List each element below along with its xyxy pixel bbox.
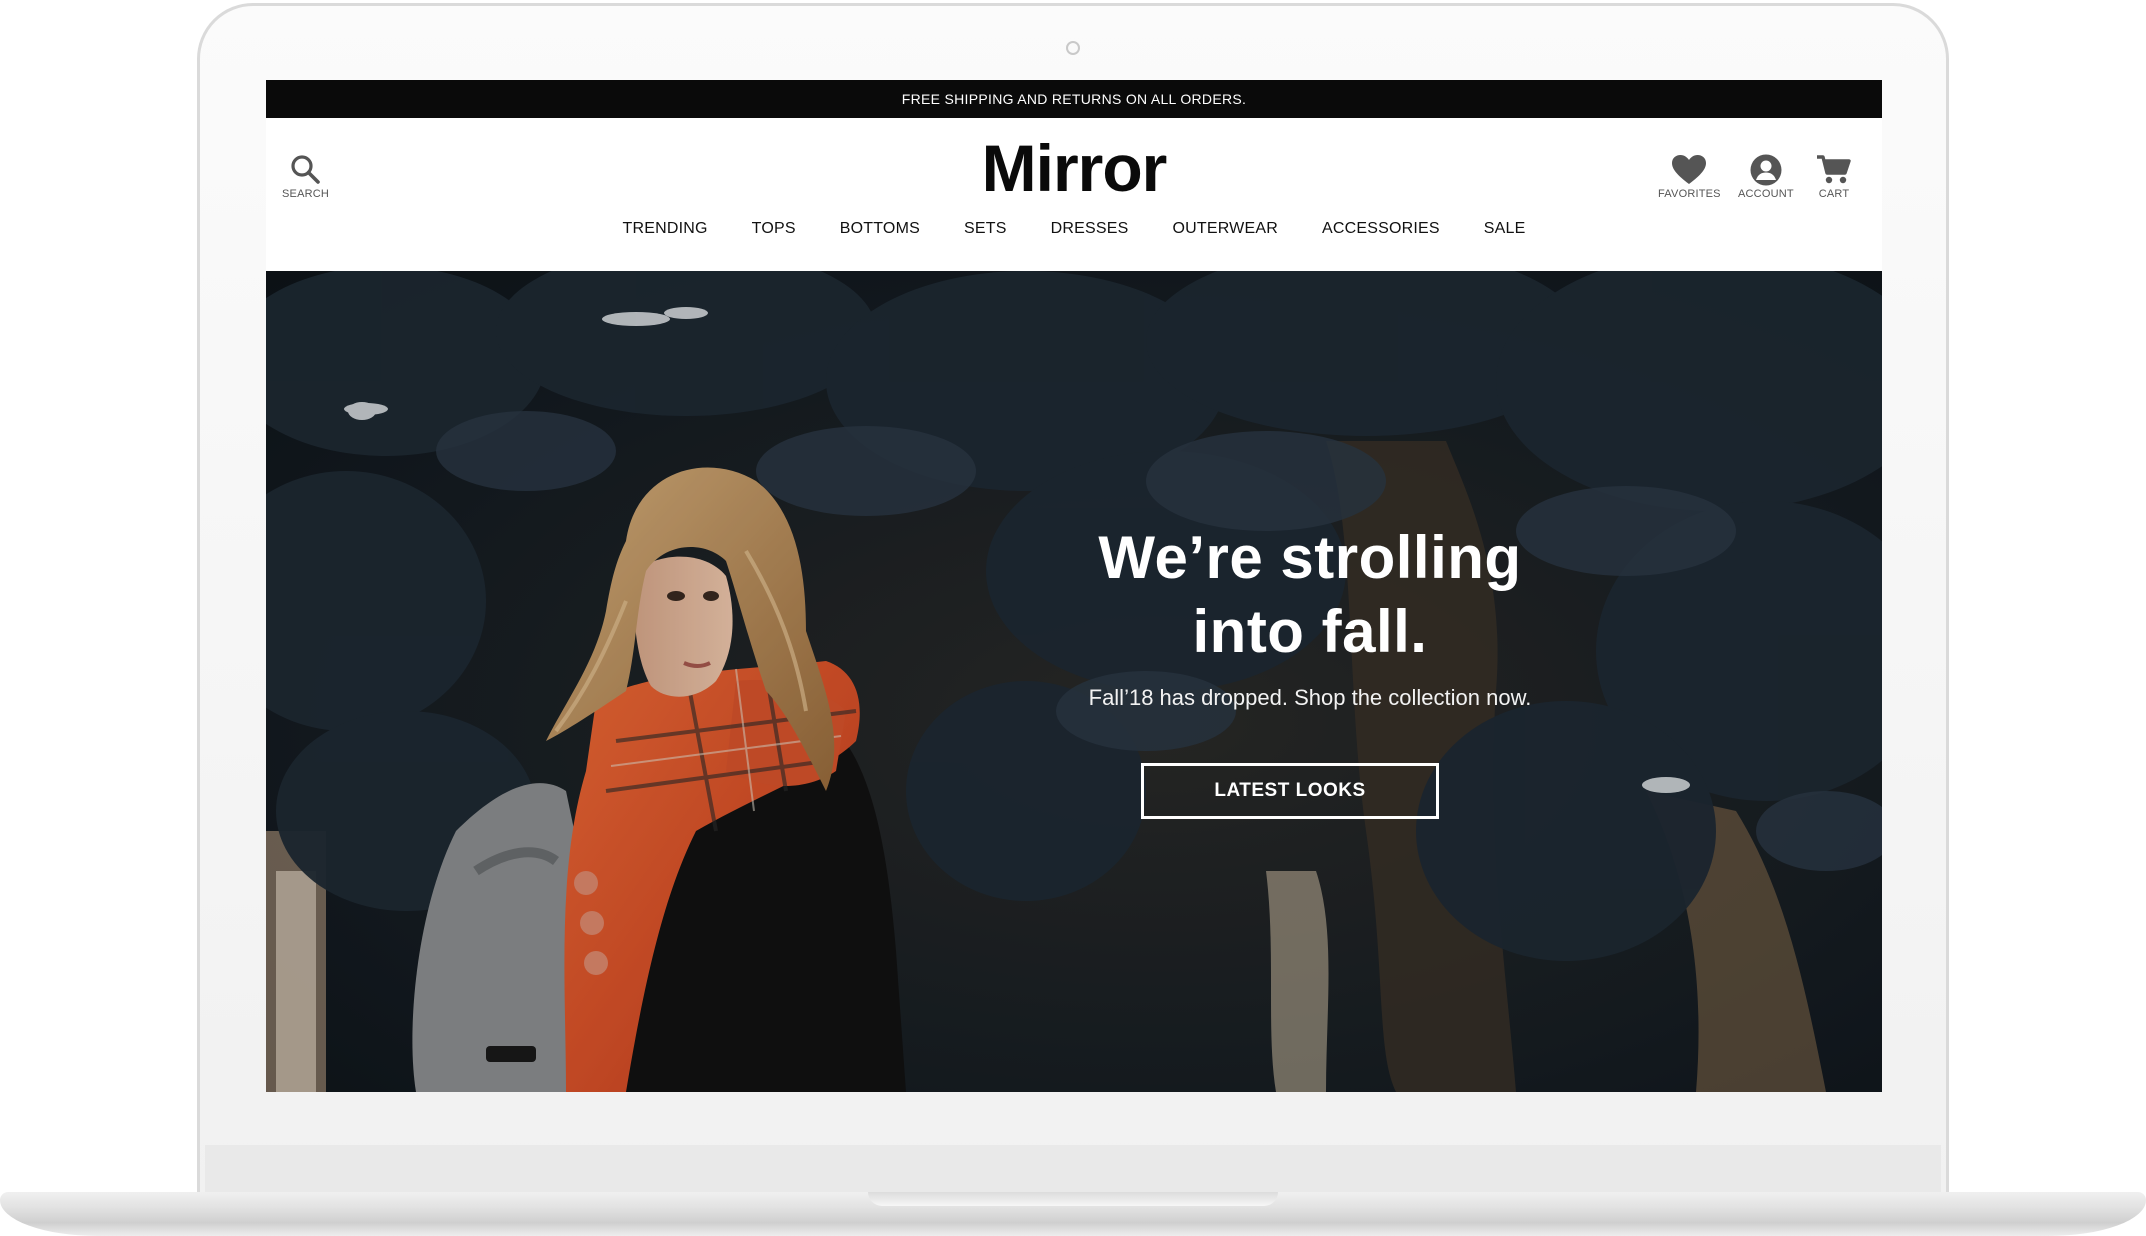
favorites-button[interactable]: FAVORITES xyxy=(1658,154,1721,200)
hero-heading: We’re strolling into fall. xyxy=(1010,521,1610,669)
site-logo[interactable]: Mirror xyxy=(266,130,1882,206)
nav-item-outerwear[interactable]: OUTERWEAR xyxy=(1150,218,1300,238)
nav-item-sale[interactable]: SALE xyxy=(1462,218,1548,238)
nav-item-tops[interactable]: TOPS xyxy=(730,218,818,238)
favorites-label: FAVORITES xyxy=(1658,188,1721,200)
promo-bar: FREE SHIPPING AND RETURNS ON ALL ORDERS. xyxy=(266,80,1882,118)
camera-dot xyxy=(1066,41,1080,55)
hero-heading-line-1: We’re strolling xyxy=(1098,524,1522,591)
cart-label: CART xyxy=(1818,188,1850,200)
cart-button[interactable]: CART xyxy=(1816,154,1852,200)
account-button[interactable]: ACCOUNT xyxy=(1738,154,1794,200)
nav-item-accessories[interactable]: ACCESSORIES xyxy=(1300,218,1462,238)
hero-photo xyxy=(266,271,1882,1092)
laptop-notch xyxy=(868,1192,1278,1206)
user-circle-icon xyxy=(1750,154,1782,186)
laptop-chin xyxy=(205,1145,1941,1192)
hero-heading-line-2: into fall. xyxy=(1192,598,1428,665)
promo-text: FREE SHIPPING AND RETURNS ON ALL ORDERS. xyxy=(901,91,1247,107)
heart-icon xyxy=(1672,155,1707,184)
nav-item-sets[interactable]: SETS xyxy=(942,218,1029,238)
hero-banner: We’re strolling into fall. Fall’18 has d… xyxy=(266,271,1882,1092)
latest-looks-button[interactable]: LATEST LOOKS xyxy=(1141,763,1439,819)
site-header: SEARCH Mirror FAVORITES ACCOUNT CART xyxy=(266,118,1882,218)
cart-icon xyxy=(1817,155,1851,184)
account-label: ACCOUNT xyxy=(1738,188,1794,200)
nav-item-trending[interactable]: TRENDING xyxy=(601,218,730,238)
main-nav: TRENDING TOPS BOTTOMS SETS DRESSES OUTER… xyxy=(266,218,1882,252)
website-screen: FREE SHIPPING AND RETURNS ON ALL ORDERS.… xyxy=(266,80,1882,1092)
nav-item-dresses[interactable]: DRESSES xyxy=(1029,218,1151,238)
hero-subtitle: Fall’18 has dropped. Shop the collection… xyxy=(1088,685,1532,710)
nav-item-bottoms[interactable]: BOTTOMS xyxy=(818,218,942,238)
